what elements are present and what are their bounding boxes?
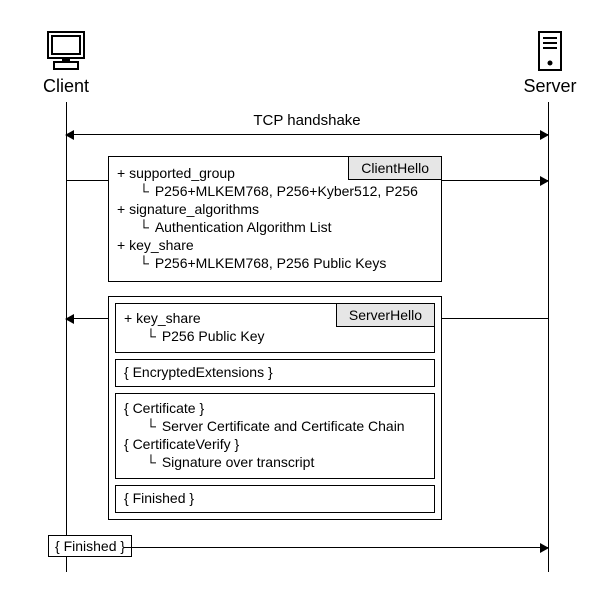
server-hello-badge: ServerHello bbox=[336, 303, 435, 327]
server-endpoint: Server bbox=[510, 24, 590, 97]
client-finished-box: { Finished } bbox=[48, 535, 132, 557]
certificate-box: { Certificate } Server Certificate and C… bbox=[115, 393, 435, 479]
client-lifeline bbox=[66, 102, 67, 572]
client-hello-arrow bbox=[442, 180, 548, 181]
client-label: Client bbox=[26, 76, 106, 97]
tcp-handshake-arrow bbox=[66, 134, 548, 135]
server-finished-box: { Finished } bbox=[115, 485, 435, 513]
client-hello-badge: ClientHello bbox=[348, 156, 442, 180]
client-finished-arrow bbox=[124, 547, 548, 548]
certificate-label: { Certificate } bbox=[124, 400, 426, 416]
ch-key-share: + key_share bbox=[117, 237, 433, 253]
server-finished-label: { Finished } bbox=[124, 490, 194, 506]
sh-key-share-val: P256 Public Key bbox=[146, 328, 426, 344]
client-hello-box: ClientHello + supported_group P256+MLKEM… bbox=[108, 156, 442, 282]
certificate-verify-val: Signature over transcript bbox=[146, 454, 426, 470]
server-hello-arrow bbox=[442, 318, 548, 319]
ch-sig-algs: + signature_algorithms bbox=[117, 201, 433, 217]
client-hello-arrow bbox=[66, 180, 108, 181]
server-response-group: ServerHello + key_share P256 Public Key … bbox=[108, 296, 442, 520]
server-icon bbox=[510, 24, 590, 72]
ch-supported-group-val: P256+MLKEM768, P256+Kyber512, P256 bbox=[139, 183, 433, 199]
certificate-verify-label: { CertificateVerify } bbox=[124, 436, 426, 452]
computer-icon bbox=[26, 24, 106, 72]
certificate-val: Server Certificate and Certificate Chain bbox=[146, 418, 426, 434]
encrypted-extensions-box: { EncryptedExtensions } bbox=[115, 359, 435, 387]
server-hello-box: ServerHello + key_share P256 Public Key bbox=[115, 303, 435, 353]
ch-sig-algs-val: Authentication Algorithm List bbox=[139, 219, 433, 235]
encrypted-extensions-label: { EncryptedExtensions } bbox=[124, 364, 273, 380]
tcp-handshake-label: TCP handshake bbox=[66, 112, 548, 129]
server-hello-arrow bbox=[66, 318, 108, 319]
client-endpoint: Client bbox=[26, 24, 106, 97]
server-lifeline bbox=[548, 102, 549, 572]
client-finished-label: { Finished } bbox=[55, 538, 125, 554]
server-label: Server bbox=[510, 76, 590, 97]
ch-key-share-val: P256+MLKEM768, P256 Public Keys bbox=[139, 255, 433, 271]
